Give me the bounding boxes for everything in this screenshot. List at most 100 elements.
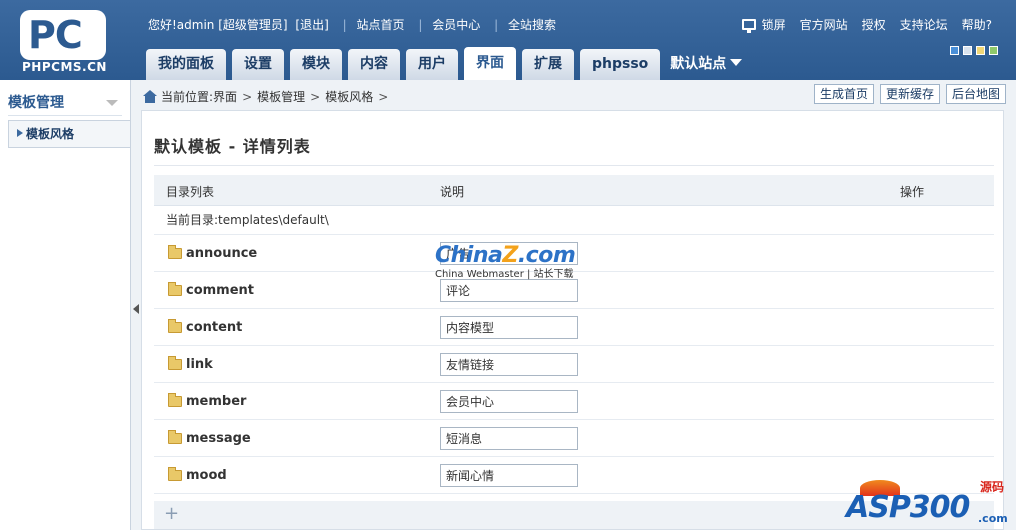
- site-home-link[interactable]: 站点首页: [357, 18, 405, 32]
- tab-modules[interactable]: 模块: [290, 49, 342, 80]
- template-directory-table: 目录列表 说明 操作 当前目录:templates\default\ annou…: [154, 175, 994, 494]
- folder-name-link[interactable]: comment: [186, 283, 254, 298]
- left-sidebar: 模板管理 模板风格: [0, 80, 131, 530]
- breadcrumb: 当前位置: 界面 > 模板管理 > 模板风格 >: [143, 88, 393, 105]
- divider: |: [494, 18, 499, 32]
- arrow-right-icon: [17, 129, 23, 137]
- description-input[interactable]: [440, 427, 578, 450]
- folder-icon: [168, 356, 182, 370]
- official-site-link[interactable]: 官方网站: [800, 16, 848, 33]
- folder-icon: [168, 319, 182, 333]
- collapse-left-icon: [133, 304, 139, 314]
- tab-extensions[interactable]: 扩展: [522, 49, 574, 80]
- sidebar-title-label: 模板管理: [8, 95, 64, 111]
- sidebar-toggle-bar[interactable]: [131, 80, 141, 530]
- tab-phpsso[interactable]: phpsso: [580, 49, 661, 80]
- table-row: announce: [154, 235, 994, 272]
- generate-homepage-button[interactable]: 生成首页: [813, 84, 874, 104]
- folder-icon: [168, 430, 182, 444]
- collapse-arrow-icon: [106, 100, 118, 106]
- description-input[interactable]: [440, 464, 578, 487]
- folder-name-link[interactable]: member: [186, 394, 246, 409]
- folder-icon: [168, 393, 182, 407]
- breadcrumb-separator: >: [310, 89, 321, 104]
- main-nav: 我的面板 设置 模块 内容 用户 界面 扩展 phpsso 默认站点: [146, 47, 752, 80]
- breadcrumb-item[interactable]: 界面: [213, 88, 237, 105]
- table-row: content: [154, 309, 994, 346]
- update-cache-button[interactable]: 更新缓存: [879, 84, 940, 104]
- skin-swatch-green[interactable]: [989, 46, 998, 55]
- caret-down-icon: [730, 59, 743, 66]
- skin-swatch-blue[interactable]: [950, 46, 959, 55]
- tab-content[interactable]: 内容: [348, 49, 400, 80]
- home-icon: [143, 90, 157, 103]
- license-link[interactable]: 授权: [862, 16, 886, 33]
- description-input[interactable]: [440, 390, 578, 413]
- divider: [154, 165, 994, 166]
- description-input[interactable]: [440, 279, 578, 302]
- skin-switcher: [946, 46, 998, 55]
- header: PC PHPCMS.CN 您好!admin [超级管理员] [退出] | 站点首…: [0, 0, 1016, 80]
- skin-swatch-yellow[interactable]: [976, 46, 985, 55]
- site-selector[interactable]: 默认站点: [666, 49, 746, 80]
- logo-text: PHPCMS.CN: [22, 60, 107, 74]
- table-row: member: [154, 383, 994, 420]
- table-row: comment: [154, 272, 994, 309]
- breadcrumb-separator: >: [242, 89, 253, 104]
- column-header-description: 说明: [440, 185, 465, 199]
- description-input[interactable]: [440, 316, 578, 339]
- divider: |: [418, 18, 423, 32]
- table-row: message: [154, 420, 994, 457]
- skin-swatch-silver[interactable]: [963, 46, 972, 55]
- current-directory: 当前目录:templates\default\: [154, 206, 994, 235]
- main-area: 当前位置: 界面 > 模板管理 > 模板风格 > 生成首页 更新缓存 后台地图 …: [141, 80, 1016, 530]
- lock-screen-link[interactable]: 锁屏: [762, 16, 786, 33]
- breadcrumb-item[interactable]: 模板风格: [325, 88, 373, 105]
- tab-users[interactable]: 用户: [406, 49, 458, 80]
- logout-link[interactable]: [退出]: [295, 18, 328, 32]
- action-buttons: 生成首页 更新缓存 后台地图: [808, 84, 1006, 104]
- table-row: mood: [154, 457, 994, 494]
- folder-name-link[interactable]: announce: [186, 246, 257, 261]
- sidebar-item-template-style[interactable]: 模板风格: [8, 120, 130, 148]
- folder-name-link[interactable]: message: [186, 431, 251, 446]
- tab-settings[interactable]: 设置: [232, 49, 284, 80]
- folder-name-link[interactable]: link: [186, 357, 213, 372]
- description-input[interactable]: [440, 353, 578, 376]
- description-input[interactable]: [440, 242, 578, 265]
- support-forum-link[interactable]: 支持论坛: [900, 16, 948, 33]
- folder-icon: [168, 467, 182, 481]
- help-link[interactable]: 帮助?: [962, 16, 992, 33]
- table-row: link: [154, 346, 994, 383]
- sidebar-item-label: 模板风格: [26, 127, 75, 141]
- page-title: 默认模板 - 详情列表: [154, 137, 311, 156]
- phpcms-logo[interactable]: PC PHPCMS.CN: [20, 10, 108, 74]
- sidebar-section-title[interactable]: 模板管理: [8, 92, 122, 116]
- top-user-bar: 您好!admin [超级管理员] [退出] | 站点首页 | 会员中心 | 全站…: [148, 16, 560, 33]
- admin-map-button[interactable]: 后台地图: [945, 84, 1006, 104]
- content-panel: 默认模板 - 详情列表 目录列表 说明 操作 当前目录:templates\de…: [141, 110, 1004, 530]
- folder-name-link[interactable]: mood: [186, 468, 227, 483]
- table-header: 目录列表 说明 操作: [154, 175, 994, 206]
- top-right-links: 锁屏 官方网站 授权 支持论坛 帮助?: [741, 16, 992, 33]
- table-footer: +: [154, 501, 994, 529]
- tab-my-panel[interactable]: 我的面板: [146, 49, 226, 80]
- tab-interface[interactable]: 界面: [464, 47, 516, 80]
- folder-icon: [168, 282, 182, 296]
- column-header-directory: 目录列表: [166, 185, 215, 199]
- column-header-operations: 操作: [900, 185, 925, 199]
- logo-letters: PC: [28, 13, 83, 57]
- divider: |: [342, 18, 347, 32]
- breadcrumb-prefix: 当前位置:: [161, 90, 214, 104]
- logo-badge: PC: [20, 10, 106, 60]
- site-selector-label: 默认站点: [670, 56, 727, 72]
- site-search-link[interactable]: 全站搜索: [508, 18, 556, 32]
- folder-icon: [168, 245, 182, 259]
- user-greeting: 您好!admin [超级管理员]: [148, 18, 288, 32]
- monitor-icon[interactable]: [741, 19, 756, 33]
- breadcrumb-separator: >: [378, 89, 389, 104]
- member-center-link[interactable]: 会员中心: [432, 18, 480, 32]
- breadcrumb-item[interactable]: 模板管理: [257, 88, 305, 105]
- folder-name-link[interactable]: content: [186, 320, 242, 335]
- plus-icon[interactable]: +: [164, 503, 179, 524]
